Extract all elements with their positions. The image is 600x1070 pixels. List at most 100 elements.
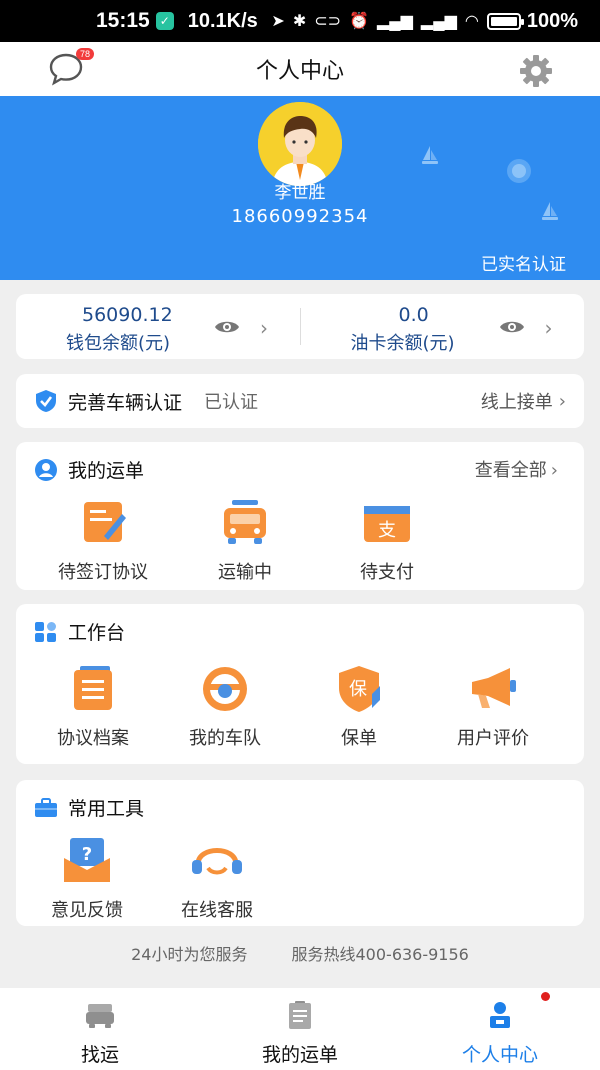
wallet-balance-item[interactable]: 56090.12 钱包余额(元) › [16,294,300,359]
wifi-icon: ◠ [464,13,479,30]
my-orders-header: 我的运单 [34,456,144,483]
tab-label: 个人中心 [461,1044,538,1066]
vehicle-certification-status: 已认证 [204,392,259,413]
wallet-balance-label: 钱包余额(元) [66,333,171,354]
eye-icon[interactable] [499,318,525,336]
common-tools-section: 常用工具 ? 意见反馈 在线客服 [16,780,584,926]
workbench-item-label: 用户评价 [457,728,529,749]
svg-text:保: 保 [349,679,367,700]
alarm-icon: ⏰ [349,13,369,30]
order-pending-payment[interactable]: 支 待支付 [316,498,458,584]
workbench-item-user-reviews[interactable]: 用户评价 [426,664,560,750]
svg-text:?: ? [82,844,92,865]
bottom-tab-bar: 找运 我的运单 个人中心 [0,988,600,1070]
app-notification-icon: ✓ [155,12,174,30]
message-count-badge: 78 [76,48,95,60]
workbench-header: 工作台 [34,618,125,645]
online-order-link[interactable]: 线上接单 [481,388,553,414]
toolbox-icon [35,797,57,817]
tab-my-orders[interactable]: 我的运单 [200,988,400,1070]
chevron-right-icon: › [260,316,268,340]
service-hotline[interactable]: 服务热线400-636-9156 [292,941,469,965]
order-pending-contract[interactable]: 待签订协议 [32,498,174,584]
my-orders-section: 我的运单 查看全部 › 待签订协议 运输中 支 待支付 [16,442,584,590]
settings-button[interactable] [518,54,554,88]
truck-tab-icon [86,1004,114,1028]
verification-status[interactable]: 已实名认证 [481,250,566,275]
view-all-link[interactable]: 查看全部 › [475,456,558,482]
archive-icon [74,666,112,710]
tool-online-support[interactable]: 在线客服 [152,836,282,922]
contract-sign-icon [84,502,126,542]
status-bar: 15:15 ✓ 10.1K/s ➤ ✱ ⊂⊃ ⏰ ▂▄▆ ▂▄▆ ◠ 100% [0,0,600,42]
wallet-balance-value: 56090.12 [82,304,173,326]
headset-icon [192,848,242,875]
tab-find-cargo[interactable]: 找运 [0,988,200,1070]
workbench-item-label: 保单 [341,728,377,749]
view-all-label: 查看全部 [474,460,547,481]
link-icon: ⊂⊃ [314,13,342,30]
message-button[interactable]: 78 [48,48,95,88]
common-tools-title: 常用工具 [68,798,145,820]
battery-icon [486,12,524,30]
order-item-label: 待支付 [360,562,414,583]
top-header: 78 个人中心 [0,42,600,96]
fuel-balance-label: 油卡余额(元) [350,333,455,354]
tool-feedback[interactable]: ? 意见反馈 [22,836,152,922]
workbench-grid: 协议档案 我的车队 保 保单 用户评价 [28,664,596,750]
dashboard-grid-icon [35,621,56,642]
network-speed: 10.1K/s [187,9,258,32]
tools-grid: ? 意见反馈 在线客服 [22,836,590,922]
svg-text:支: 支 [378,520,396,541]
workbench-item-label: 我的车队 [189,728,261,749]
hd-signal-icon: ▂▄▆ [420,13,457,30]
chevron-right-icon: › [558,390,566,412]
tab-label: 找运 [80,1044,119,1066]
shield-check-icon [36,390,56,412]
feedback-icon: ? [64,838,110,882]
chevron-right-icon: › [544,316,553,340]
eye-icon[interactable] [214,318,240,336]
user-avatar-icon [258,102,342,186]
service-hours: 24小时为您服务 [131,945,248,964]
gear-icon [520,55,552,87]
vehicle-certification-row[interactable]: 完善车辆认证 已认证 线上接单 › [16,374,584,428]
avatar[interactable] [258,102,342,186]
tab-label: 我的运单 [261,1044,338,1066]
truck-icon [224,500,266,544]
fuel-balance-value: 0.0 [398,304,429,326]
clipboard-tab-icon [289,1001,311,1029]
workbench-item-my-fleet[interactable]: 我的车队 [158,664,292,750]
tab-personal-center[interactable]: 个人中心 [400,988,600,1070]
workbench-section: 工作台 协议档案 我的车队 保 保单 用户评价 [16,604,584,764]
payment-icon: 支 [364,506,410,542]
sailboat-icon [422,146,438,164]
order-status-grid: 待签订协议 运输中 支 待支付 [32,498,600,584]
status-time: 15:15 [96,9,150,32]
person-tab-icon [490,1002,510,1028]
order-item-label: 待签订协议 [58,562,148,583]
wallet-card: 56090.12 钱包余额(元) › 0.0 油卡余额(元) › [16,294,584,359]
common-tools-header: 常用工具 [34,794,144,821]
user-circle-icon [35,458,57,481]
fuel-card-balance-item[interactable]: 0.0 油卡余额(元) › [301,294,585,359]
order-item-label: 运输中 [218,562,272,583]
workbench-item-policy[interactable]: 保 保单 [292,664,426,750]
workbench-title: 工作台 [68,622,126,644]
page-title: 个人中心 [255,59,344,84]
profile-banner: 李世胜 18660992354 已实名认证 [0,96,600,280]
status-icons: ➤ ✱ ⊂⊃ ⏰ ▂▄▆ ▂▄▆ ◠ [271,11,478,31]
user-phone: 18660992354 [231,206,369,227]
order-in-transit[interactable]: 运输中 [174,498,316,584]
service-info: 24小时为您服务 服务热线400-636-9156 [0,941,600,965]
location-arrow-icon: ➤ [271,13,285,30]
my-orders-title: 我的运单 [68,460,145,482]
chevron-right-icon: › [550,460,558,481]
hd-signal-icon: ▂▄▆ [376,13,413,30]
bluetooth-icon: ✱ [292,13,307,30]
battery-percent: 100% [526,9,578,32]
megaphone-icon [472,668,516,708]
workbench-item-label: 协议档案 [57,728,129,749]
workbench-item-contract-archive[interactable]: 协议档案 [28,664,158,750]
insurance-shield-icon: 保 [339,666,380,712]
